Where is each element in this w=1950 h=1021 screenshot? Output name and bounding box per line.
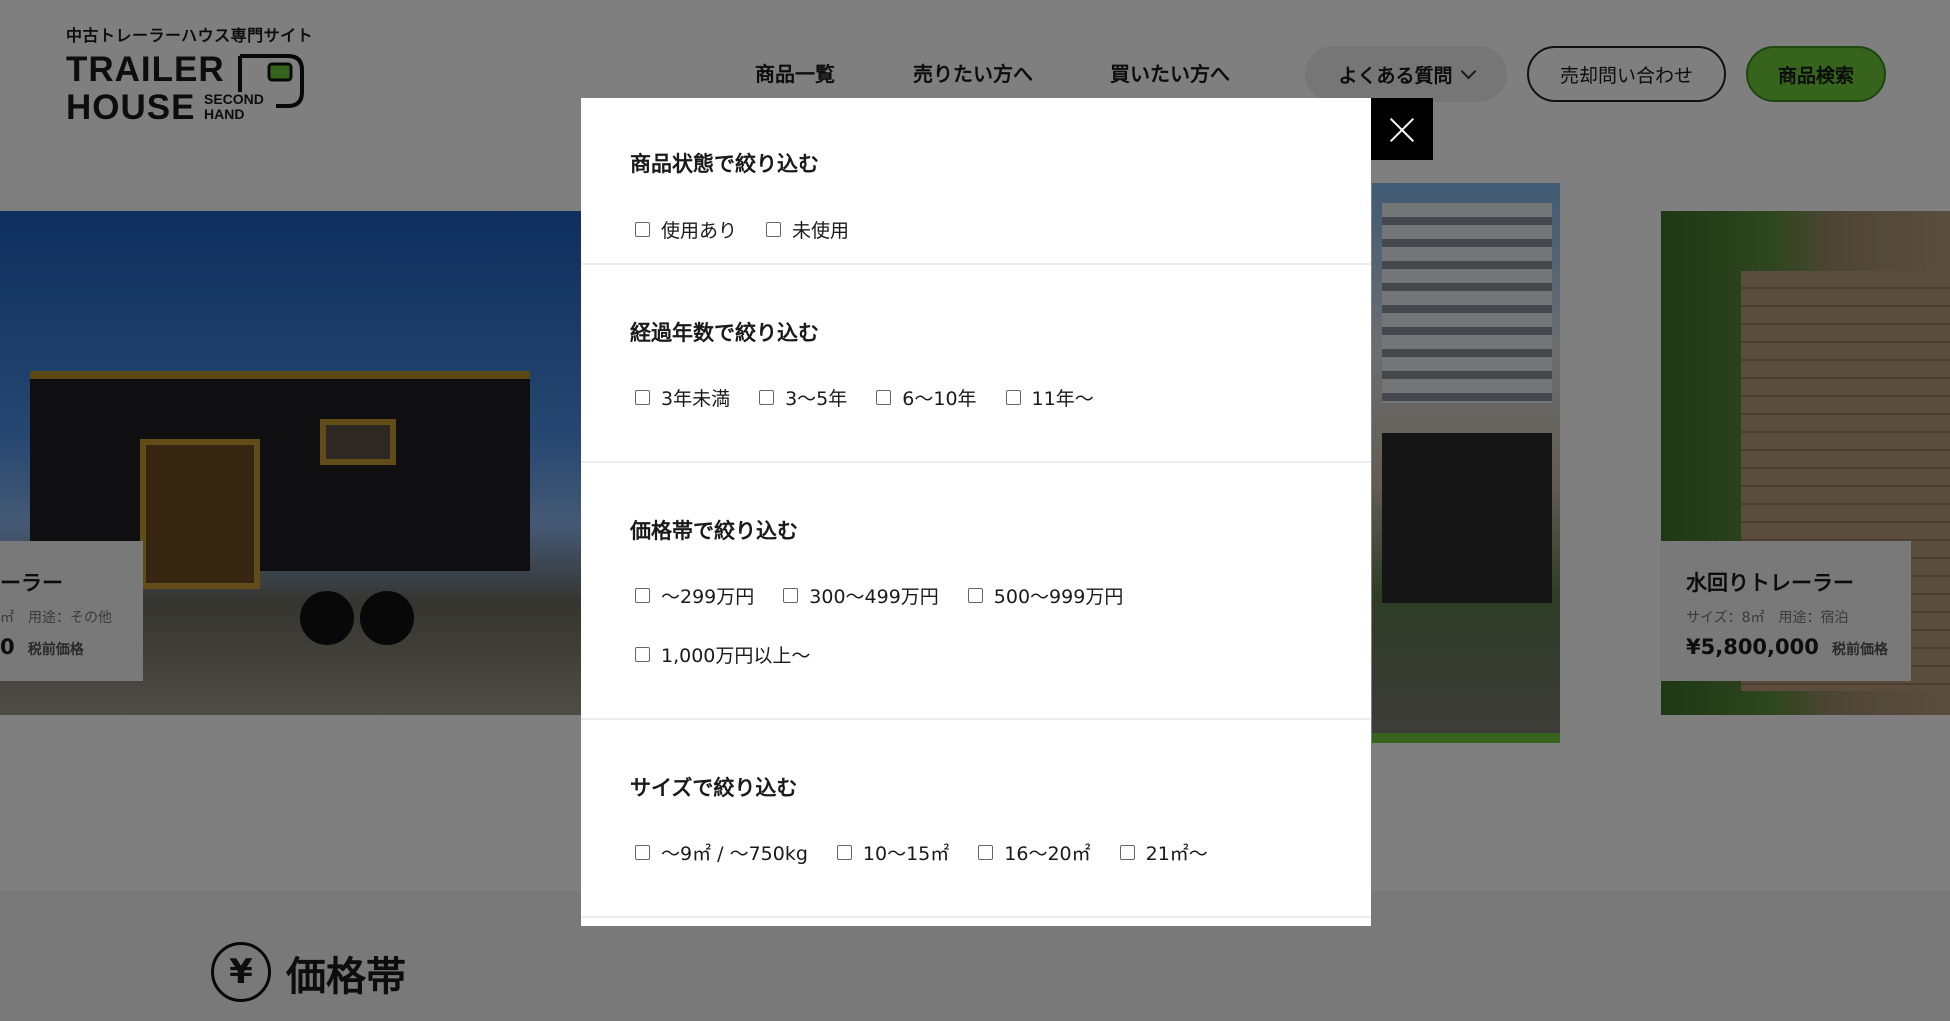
checkbox[interactable] — [1119, 845, 1135, 860]
option-label: 1,000万円以上〜 — [661, 645, 811, 667]
filter-section-size: サイズで絞り込む 〜9㎡ / 〜750kg 10〜15㎡ 16〜20㎡ 21㎡〜 — [581, 720, 1371, 918]
checkbox[interactable] — [635, 588, 650, 603]
option-row: 〜299万円 300〜499万円 500〜999万円 — [635, 582, 1152, 609]
option-label: 3〜5年 — [785, 388, 848, 410]
checkbox[interactable] — [635, 390, 650, 405]
filter-option[interactable]: 3〜5年 — [759, 384, 847, 411]
checkbox[interactable] — [635, 845, 650, 860]
filter-option[interactable]: 11年〜 — [1005, 384, 1094, 411]
filter-option[interactable]: 21㎡〜 — [1119, 839, 1208, 866]
option-label: 未使用 — [792, 220, 850, 242]
checkbox[interactable] — [876, 390, 892, 405]
filter-option[interactable]: 使用あり — [635, 216, 737, 243]
filter-option[interactable]: 6〜10年 — [876, 384, 977, 411]
filter-option[interactable]: 3年未満 — [635, 384, 730, 411]
option-label: 500〜999万円 — [993, 586, 1124, 608]
close-icon[interactable] — [1371, 98, 1433, 160]
option-row: 〜9㎡ / 〜750kg 10〜15㎡ 16〜20㎡ 21㎡〜 — [635, 839, 1237, 866]
section-title: 経過年数で絞り込む — [630, 321, 819, 345]
filter-option[interactable]: 〜9㎡ / 〜750kg — [635, 839, 808, 866]
checkbox[interactable] — [783, 588, 799, 603]
section-title: 商品状態で絞り込む — [630, 152, 819, 176]
checkbox[interactable] — [759, 390, 775, 405]
option-row: 1,000万円以上〜 — [635, 641, 839, 668]
option-label: 21㎡〜 — [1145, 843, 1208, 865]
section-title: サイズで絞り込む — [630, 776, 798, 800]
option-label: 使用あり — [661, 220, 738, 242]
option-label: 3年未満 — [661, 388, 731, 410]
filter-modal: 商品状態で絞り込む 使用あり 未使用 経過年数で絞り込む 3年未満 3〜5年 6… — [581, 98, 1371, 926]
section-title: 価格帯で絞り込む — [630, 519, 798, 543]
filter-option[interactable]: 500〜999万円 — [967, 582, 1124, 609]
option-label: 〜299万円 — [661, 586, 755, 608]
filter-option[interactable]: 16〜20㎡ — [978, 839, 1091, 866]
option-row: 使用あり 未使用 — [635, 216, 878, 243]
filter-option[interactable]: 10〜15㎡ — [836, 839, 950, 866]
checkbox[interactable] — [766, 222, 782, 237]
option-label: 〜9㎡ / 〜750kg — [661, 843, 808, 865]
checkbox[interactable] — [1005, 390, 1021, 405]
checkbox[interactable] — [836, 845, 852, 860]
option-label: 11年〜 — [1031, 388, 1094, 410]
filter-option[interactable]: 300〜499万円 — [783, 582, 939, 609]
option-label: 16〜20㎡ — [1004, 843, 1091, 865]
checkbox[interactable] — [967, 588, 983, 603]
option-row: 3年未満 3〜5年 6〜10年 11年〜 — [635, 384, 1123, 411]
option-label: 10〜15㎡ — [862, 843, 950, 865]
filter-section-price: 価格帯で絞り込む 〜299万円 300〜499万円 500〜999万円 1,00… — [581, 463, 1371, 720]
filter-section-age: 経過年数で絞り込む 3年未満 3〜5年 6〜10年 11年〜 — [581, 265, 1371, 463]
checkbox[interactable] — [635, 647, 650, 662]
filter-option[interactable]: 〜299万円 — [635, 582, 754, 609]
checkbox[interactable] — [635, 222, 650, 237]
checkbox[interactable] — [978, 845, 994, 860]
filter-section-condition: 商品状態で絞り込む 使用あり 未使用 — [581, 98, 1371, 265]
option-label: 300〜499万円 — [809, 586, 939, 608]
option-label: 6〜10年 — [902, 388, 977, 410]
filter-option[interactable]: 1,000万円以上〜 — [635, 641, 810, 668]
filter-option[interactable]: 未使用 — [766, 216, 849, 243]
